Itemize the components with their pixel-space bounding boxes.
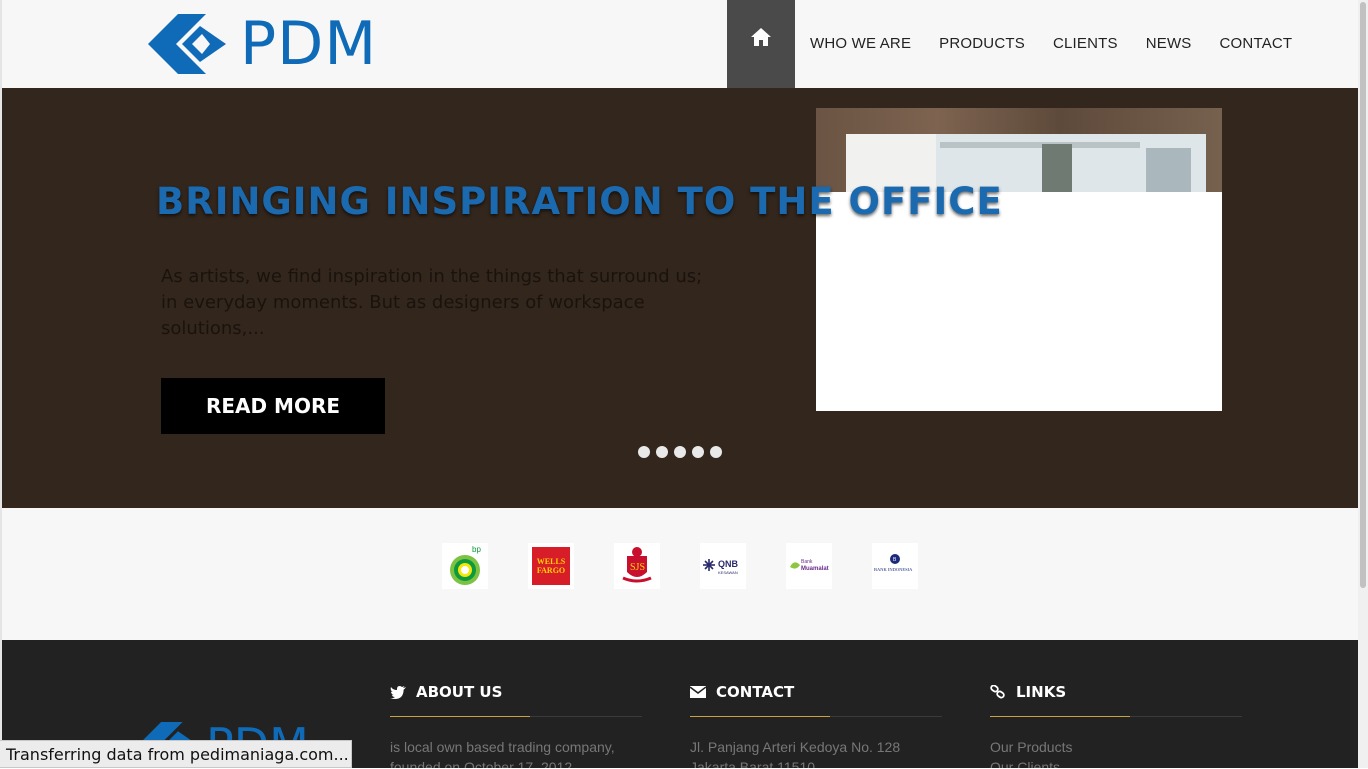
scrollbar-thumb[interactable] bbox=[1360, 2, 1366, 588]
link-icon bbox=[990, 685, 1005, 699]
footer-contact-heading: CONTACT bbox=[690, 682, 942, 702]
read-more-button[interactable]: READ MORE bbox=[161, 378, 385, 434]
hero-title: BRINGING INSPIRATION TO THE OFFICE bbox=[156, 180, 1003, 223]
client-logo-muamalat[interactable]: Bank Muamalat bbox=[786, 543, 832, 589]
svg-text:QNB: QNB bbox=[718, 559, 739, 569]
bp-logo-icon: bp bbox=[450, 545, 481, 585]
clients-strip: bp WELLS FARGO SJS QNB KESAWAN Bank Muam… bbox=[2, 508, 1358, 640]
svg-text:bp: bp bbox=[472, 545, 481, 554]
site-logo[interactable]: PDM bbox=[148, 12, 377, 76]
slider-dot[interactable] bbox=[674, 446, 686, 458]
footer-contact-text: Jl. Panjang Arteri Kedoya No. 128 Jakart… bbox=[690, 739, 901, 768]
footer-contact-title: CONTACT bbox=[716, 683, 795, 701]
svg-text:SJS: SJS bbox=[630, 562, 645, 573]
nav-home[interactable] bbox=[727, 0, 795, 88]
footer-about: ABOUT US is local own based trading comp… bbox=[390, 682, 642, 768]
hero-image-column bbox=[1042, 144, 1072, 192]
site-header: PDM WHO WE ARE PRODUCTS CLIENTS NEWS CON… bbox=[2, 0, 1358, 88]
nav-who-we-are[interactable]: WHO WE ARE bbox=[795, 0, 925, 88]
qnb-logo-icon: QNB KESAWAN bbox=[703, 559, 739, 575]
footer-links-list: Our Products Our Clients bbox=[990, 737, 1242, 768]
slider-dot[interactable] bbox=[710, 446, 722, 458]
footer-links-heading: LINKS bbox=[990, 682, 1242, 702]
nav-products[interactable]: PRODUCTS bbox=[925, 0, 1039, 88]
vertical-scrollbar[interactable] bbox=[1358, 0, 1368, 768]
footer-about-text: is local own based trading company, foun… bbox=[390, 739, 615, 768]
svg-text:BANK INDONESIA: BANK INDONESIA bbox=[874, 567, 913, 572]
footer-links: LINKS Our Products Our Clients bbox=[990, 682, 1242, 768]
hero-text: As artists, we find inspiration in the t… bbox=[161, 266, 703, 339]
nav-clients[interactable]: CLIENTS bbox=[1039, 0, 1132, 88]
wells-fargo-logo-icon: WELLS FARGO bbox=[532, 547, 570, 585]
browser-status-bar: Transferring data from pedimaniaga.com..… bbox=[0, 740, 352, 768]
muamalat-logo-icon: Bank Muamalat bbox=[790, 559, 829, 572]
client-logo-bank-indonesia[interactable]: B BANK INDONESIA bbox=[872, 543, 918, 589]
client-logo-sjs[interactable]: SJS bbox=[614, 543, 660, 589]
sjs-logo-icon: SJS bbox=[622, 547, 652, 583]
client-logo-qnb[interactable]: QNB KESAWAN bbox=[700, 543, 746, 589]
hero-image-building bbox=[1146, 148, 1191, 192]
svg-text:KESAWAN: KESAWAN bbox=[718, 570, 738, 575]
twitter-icon bbox=[390, 686, 406, 699]
footer-divider bbox=[390, 716, 642, 717]
footer-divider bbox=[690, 716, 942, 717]
footer-about-heading: ABOUT US bbox=[390, 682, 642, 702]
envelope-icon bbox=[690, 686, 706, 698]
svg-text:Muamalat: Muamalat bbox=[801, 566, 829, 572]
svg-text:Bank: Bank bbox=[801, 559, 813, 565]
client-logo-wells-fargo[interactable]: WELLS FARGO bbox=[528, 543, 574, 589]
footer-divider bbox=[990, 716, 1242, 717]
client-logo-bp[interactable]: bp bbox=[442, 543, 488, 589]
home-icon bbox=[751, 28, 771, 46]
footer-links-title: LINKS bbox=[1016, 683, 1067, 701]
slider-dot[interactable] bbox=[692, 446, 704, 458]
main-nav: WHO WE ARE PRODUCTS CLIENTS NEWS CONTACT bbox=[727, 0, 1306, 88]
hero-image-mullion bbox=[940, 142, 1140, 148]
footer-link-our-products[interactable]: Our Products bbox=[990, 737, 1242, 757]
client-logos: bp WELLS FARGO SJS QNB KESAWAN Bank Muam… bbox=[442, 543, 918, 589]
slider-dot[interactable] bbox=[638, 446, 650, 458]
hero-slider: BRINGING INSPIRATION TO THE OFFICE As ar… bbox=[2, 88, 1358, 508]
page: PDM WHO WE ARE PRODUCTS CLIENTS NEWS CON… bbox=[2, 0, 1358, 768]
footer-link-our-clients[interactable]: Our Clients bbox=[990, 757, 1242, 768]
bank-indonesia-logo-icon: B BANK INDONESIA bbox=[874, 554, 913, 572]
footer-about-title: ABOUT US bbox=[416, 683, 503, 701]
slider-dot[interactable] bbox=[656, 446, 668, 458]
nav-news[interactable]: NEWS bbox=[1132, 0, 1206, 88]
hero-image bbox=[816, 108, 1222, 411]
slider-dots bbox=[638, 446, 722, 458]
footer-contact: CONTACT Jl. Panjang Arteri Kedoya No. 12… bbox=[690, 682, 942, 768]
nav-contact[interactable]: CONTACT bbox=[1206, 0, 1307, 88]
logo-text: PDM bbox=[240, 9, 378, 79]
pdm-logo-icon bbox=[148, 14, 226, 74]
